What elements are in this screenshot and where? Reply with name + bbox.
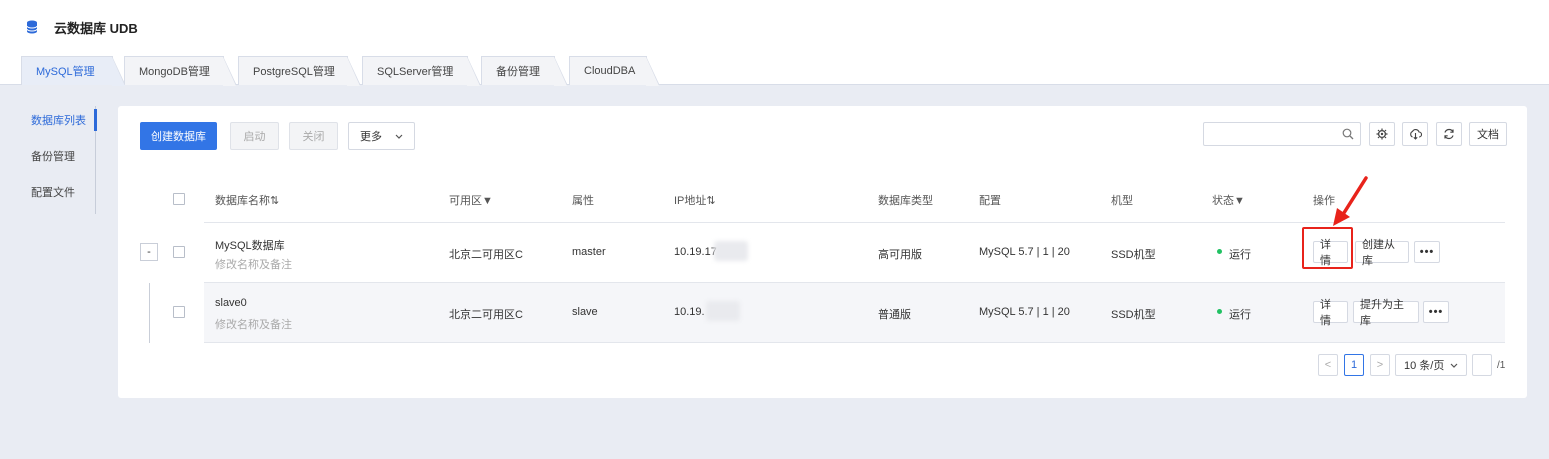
database-icon (26, 20, 38, 34)
select-all-checkbox[interactable] (173, 193, 185, 205)
chevron-down-icon (1450, 363, 1458, 368)
create-replica-button[interactable]: 创建从库 (1355, 239, 1409, 267)
instance-name[interactable]: MySQL数据库 (215, 237, 285, 253)
page-size-select[interactable]: 10 条/页 (1395, 354, 1467, 376)
attribute-value: slave (572, 306, 598, 318)
promote-to-master-button[interactable]: 提升为主库 (1353, 299, 1419, 327)
ip-address-value: 10.19. (674, 306, 705, 318)
zone-value: 北京二可用区C (449, 249, 523, 261)
config-value: MySQL 5.7 | 1 | 20 (979, 246, 1070, 258)
start-button[interactable]: 启动 (230, 122, 279, 150)
redacted-ip-mask (714, 241, 748, 261)
page-1-button[interactable]: 1 (1344, 354, 1364, 376)
app-title: 云数据库 UDB (54, 21, 138, 36)
sidebar-item-backup[interactable]: 备份管理 (22, 142, 95, 178)
db-type-value: 普通版 (878, 309, 911, 321)
docs-button[interactable]: 文档 (1469, 122, 1507, 146)
settings-button[interactable] (1369, 122, 1395, 146)
sidebar-item-config-files[interactable]: 配置文件 (22, 178, 95, 214)
chevron-down-icon (395, 134, 403, 139)
machine-type-value: SSD机型 (1111, 249, 1156, 261)
db-type-value: 高可用版 (878, 249, 922, 261)
row-more-button[interactable]: ••• (1414, 241, 1440, 263)
row-checkbox[interactable] (173, 306, 185, 318)
page-size-label: 10 条/页 (1404, 360, 1445, 372)
config-value: MySQL 5.7 | 1 | 20 (979, 306, 1070, 318)
machine-type-value: SSD机型 (1111, 309, 1156, 321)
redacted-ip-mask (706, 301, 740, 321)
column-header-config: 配置 (979, 195, 1001, 207)
total-pages-label: /1 (1497, 360, 1506, 371)
column-header-name[interactable]: 数据库名称⇅ (215, 192, 279, 208)
refresh-button[interactable] (1436, 122, 1462, 146)
table-row (204, 283, 1505, 343)
tab-postgresql[interactable]: PostgreSQL管理 (238, 56, 361, 86)
row-more-button[interactable]: ••• (1423, 301, 1449, 323)
page-jump-input[interactable] (1472, 354, 1492, 376)
column-header-db-type: 数据库类型 (878, 195, 933, 207)
search-icon[interactable] (1342, 128, 1354, 140)
tab-mysql[interactable]: MySQL管理 (21, 56, 126, 86)
refresh-icon (1444, 128, 1454, 140)
sidebar-item-db-list[interactable]: 数据库列表 (22, 106, 97, 142)
next-page-button[interactable]: > (1370, 354, 1390, 376)
search-input[interactable] (1203, 122, 1361, 146)
highlight-box (1302, 227, 1353, 269)
more-dropdown[interactable]: 更多 (348, 122, 415, 150)
column-header-status[interactable]: 状态▼ (1212, 192, 1245, 208)
collapse-row-button[interactable]: - (140, 243, 158, 261)
instance-list-panel: 创建数据库 启动 关闭 更多 文档 数据库名称⇅ 可用区▼ 属性 IP地址⇅ 数… (118, 106, 1527, 398)
edit-name-remark-link[interactable]: 修改名称及备注 (215, 256, 292, 272)
status-running-icon (1217, 249, 1222, 254)
status-running-icon (1217, 309, 1222, 314)
status-badge: 运行 (1229, 249, 1251, 261)
row-checkbox[interactable] (173, 246, 185, 258)
download-button[interactable] (1402, 122, 1428, 146)
tab-mongodb[interactable]: MongoDB管理 (124, 56, 237, 86)
tab-clouddba[interactable]: CloudDBA (569, 56, 660, 86)
gear-icon (1376, 128, 1388, 140)
tab-sqlserver[interactable]: SQLServer管理 (362, 56, 481, 86)
stop-button[interactable]: 关闭 (289, 122, 338, 150)
status-badge: 运行 (1229, 309, 1251, 321)
instance-name[interactable]: slave0 (215, 297, 247, 309)
ip-address-value: 10.19.17 (674, 246, 717, 258)
tab-backup[interactable]: 备份管理 (481, 56, 568, 86)
red-arrow-icon (1333, 176, 1368, 226)
details-button[interactable]: 详情 (1313, 299, 1348, 327)
tree-connector (149, 283, 150, 343)
create-database-button[interactable]: 创建数据库 (140, 122, 217, 150)
column-header-machine: 机型 (1111, 195, 1133, 207)
app-header: 云数据库 UDB (0, 0, 1549, 52)
column-header-zone[interactable]: 可用区▼ (449, 192, 493, 208)
attribute-value: master (572, 246, 606, 258)
column-header-ip[interactable]: IP地址⇅ (674, 192, 716, 208)
column-header-attribute: 属性 (572, 195, 594, 207)
edit-name-remark-link[interactable]: 修改名称及备注 (215, 316, 292, 332)
prev-page-button[interactable]: < (1318, 354, 1338, 376)
cloud-download-icon (1409, 128, 1422, 140)
more-label: 更多 (360, 131, 382, 143)
product-tabs: MySQL管理 MongoDB管理 PostgreSQL管理 SQLServer… (0, 52, 1549, 86)
zone-value: 北京二可用区C (449, 309, 523, 321)
side-nav: 数据库列表 备份管理 配置文件 (22, 106, 97, 214)
